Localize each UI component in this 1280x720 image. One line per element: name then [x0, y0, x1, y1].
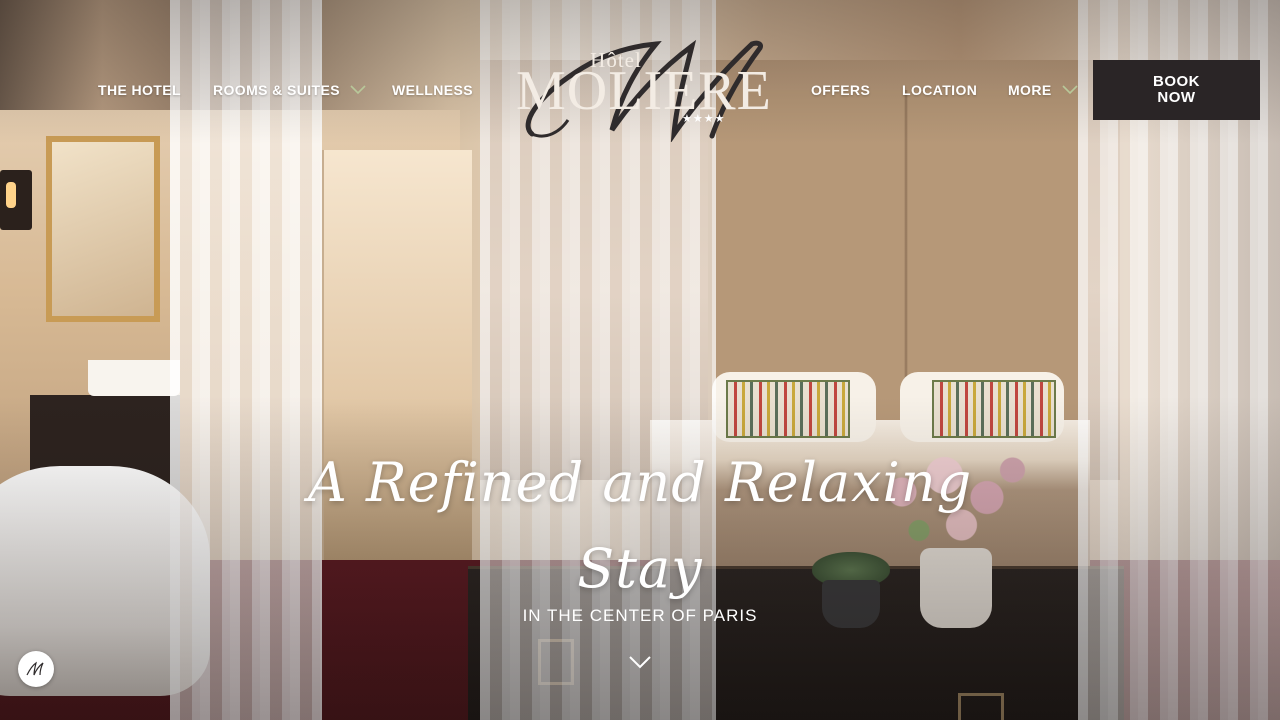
nav-link-rooms-suites[interactable]: ROOMS & SUITES	[213, 82, 366, 98]
nav-link-more[interactable]: MORE	[1008, 82, 1078, 98]
star-rating: ★★★★	[682, 113, 726, 125]
hotel-logo[interactable]: Hôtel MOLIERE ★★★★	[516, 38, 772, 142]
chevron-down-icon	[350, 85, 366, 95]
monogram-badge-button[interactable]	[18, 651, 54, 687]
nav-label: MORE	[1008, 82, 1052, 98]
book-now-button[interactable]: BOOK NOW	[1093, 60, 1260, 120]
hero-title: A Refined and Relaxing Stay	[307, 451, 973, 600]
nav-link-offers[interactable]: OFFERS	[811, 82, 870, 98]
nav-label: LOCATION	[902, 82, 978, 98]
logo-hotel-name: MOLIERE	[516, 60, 772, 122]
chevron-down-icon[interactable]	[628, 654, 652, 670]
nav-link-location[interactable]: LOCATION	[902, 82, 977, 98]
nav-label: THE HOTEL	[98, 82, 181, 98]
hero-subtitle: IN THE CENTER OF PARIS	[522, 606, 758, 625]
nav-link-wellness[interactable]: WELLNESS	[392, 82, 473, 98]
nav-label: WELLNESS	[392, 82, 473, 98]
nav-label: OFFERS	[811, 82, 871, 98]
chevron-down-icon	[1062, 85, 1078, 95]
monogram-icon	[26, 661, 44, 676]
nav-label: ROOMS & SUITES	[213, 82, 340, 98]
nav-link-the-hotel[interactable]: THE HOTEL	[98, 82, 181, 98]
